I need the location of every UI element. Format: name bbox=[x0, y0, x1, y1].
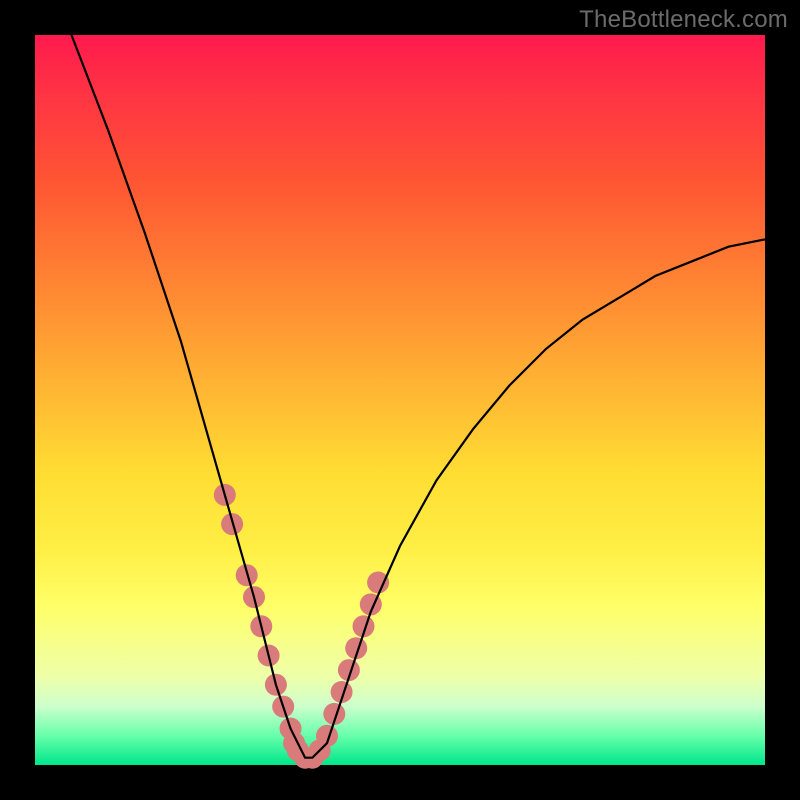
chart-overlay bbox=[35, 35, 765, 765]
marker-point bbox=[367, 572, 389, 594]
watermark-text: TheBottleneck.com bbox=[579, 6, 788, 34]
curve-markers bbox=[214, 484, 389, 769]
bottleneck-curve-path bbox=[72, 35, 766, 758]
chart-frame: TheBottleneck.com bbox=[0, 0, 800, 800]
